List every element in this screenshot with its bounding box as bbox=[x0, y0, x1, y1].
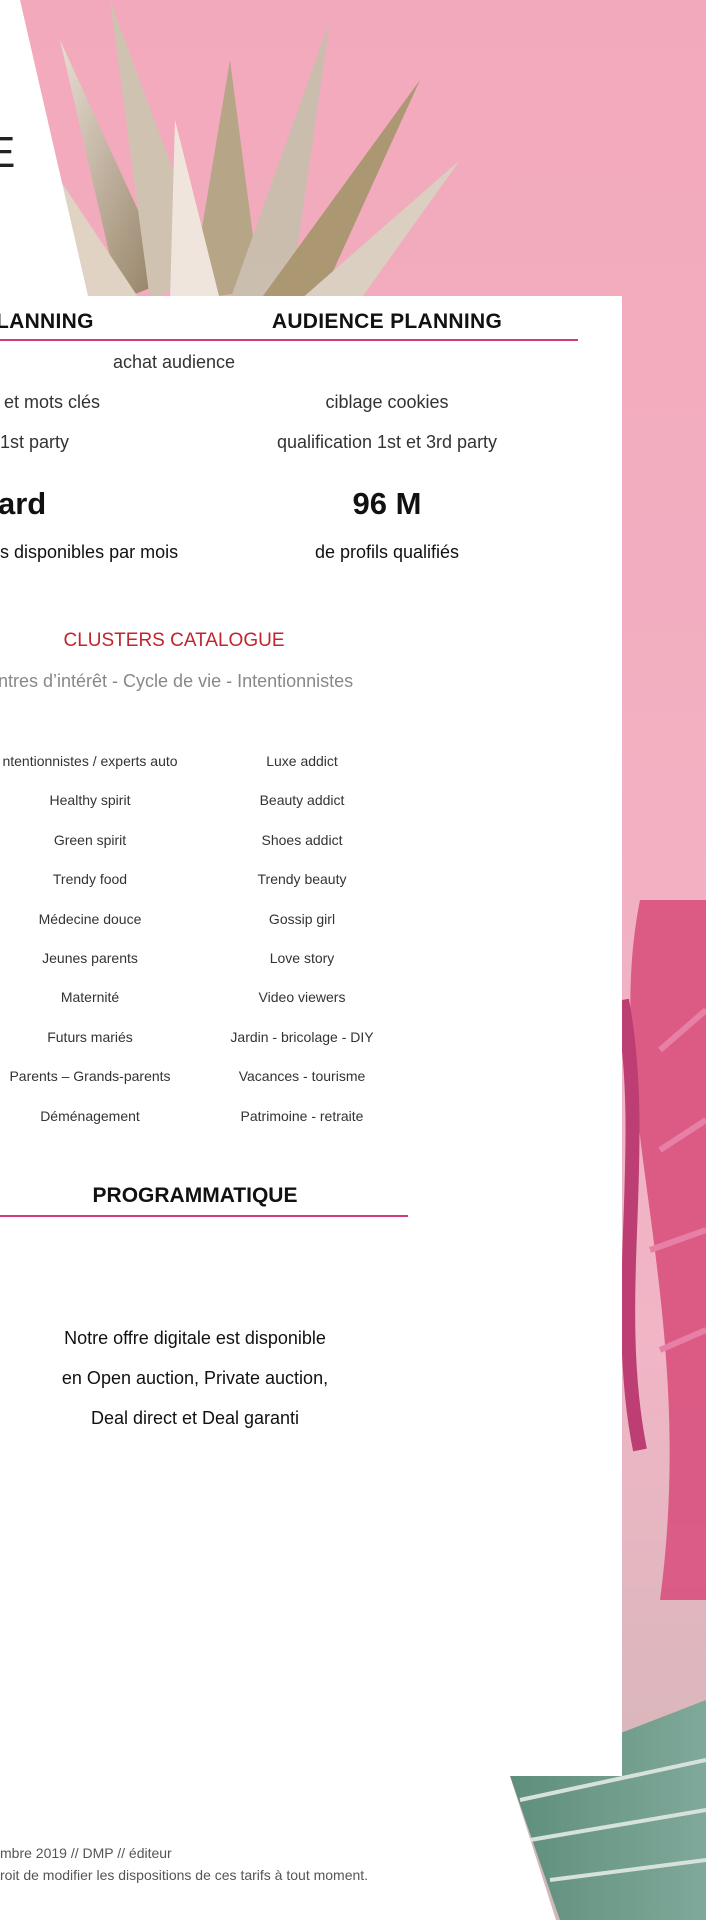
left-caption: s disponibles par mois bbox=[0, 542, 179, 562]
shared-row: achat audience bbox=[112, 352, 236, 372]
cluster-right-item: Gossip girl bbox=[268, 910, 336, 927]
right-figure: 96 M bbox=[352, 486, 422, 521]
left-figure: ard bbox=[0, 486, 47, 521]
programmatique-line-3: Deal direct et Deal garanti bbox=[90, 1408, 300, 1428]
left-row-1: et mots clés bbox=[4, 392, 101, 412]
cluster-left-item: Healthy spirit bbox=[49, 792, 131, 809]
cluster-right-item: Jardin - bricolage - DIY bbox=[230, 1028, 374, 1045]
footer-line-2: roit de modifier les dispositions de ces… bbox=[0, 1867, 369, 1883]
cluster-right-item: Video viewers bbox=[258, 989, 346, 1006]
left-column-header: LANNING bbox=[0, 310, 94, 333]
cluster-left-item: ntentionnistes / experts auto bbox=[2, 753, 178, 769]
clusters-title: CLUSTERS CATALOGUE bbox=[63, 630, 285, 651]
right-row-2: qualification 1st et 3rd party bbox=[276, 432, 498, 452]
cluster-left-item: Trendy food bbox=[52, 871, 128, 888]
cluster-right-item: Patrimoine - retraite bbox=[240, 1107, 364, 1124]
cluster-left-item: Futurs mariés bbox=[47, 1028, 133, 1045]
cluster-right-item: Beauty addict bbox=[259, 792, 345, 809]
cluster-right-item: Love story bbox=[269, 950, 335, 966]
cluster-right-item: Luxe addict bbox=[266, 753, 338, 769]
cluster-left-item: Parents – Grands-parents bbox=[9, 1068, 171, 1085]
cluster-right-item: Vacances - tourisme bbox=[238, 1068, 366, 1085]
right-column-header: AUDIENCE PLANNING bbox=[271, 310, 503, 333]
left-row-2: 1st party bbox=[0, 432, 70, 452]
cluster-right-item: Trendy beauty bbox=[257, 871, 347, 888]
programmatique-line-2: en Open auction, Private auction, bbox=[61, 1368, 329, 1388]
programmatique-rule bbox=[0, 1215, 408, 1217]
cluster-left-item: Maternité bbox=[60, 989, 120, 1006]
cluster-left-item: Médecine douce bbox=[38, 910, 142, 927]
cluster-left-item: Déménagement bbox=[40, 1107, 140, 1124]
hero-title-fragment: E bbox=[0, 128, 16, 177]
right-row-1: ciblage cookies bbox=[325, 392, 449, 412]
programmatique-line-1: Notre offre digitale est disponible bbox=[64, 1328, 326, 1348]
cluster-left-item: Jeunes parents bbox=[42, 950, 138, 966]
clusters-subtitle: ntres d’intérêt - Cycle de vie - Intenti… bbox=[0, 671, 354, 691]
cluster-right-item: Shoes addict bbox=[261, 831, 343, 848]
right-caption: de profils qualifiés bbox=[314, 542, 460, 562]
programmatique-title: PROGRAMMATIQUE bbox=[92, 1184, 298, 1207]
header-rule bbox=[0, 339, 578, 341]
cluster-left-item: Green spirit bbox=[53, 831, 127, 848]
footer-line-1: mbre 2019 // DMP // éditeur bbox=[0, 1845, 172, 1861]
